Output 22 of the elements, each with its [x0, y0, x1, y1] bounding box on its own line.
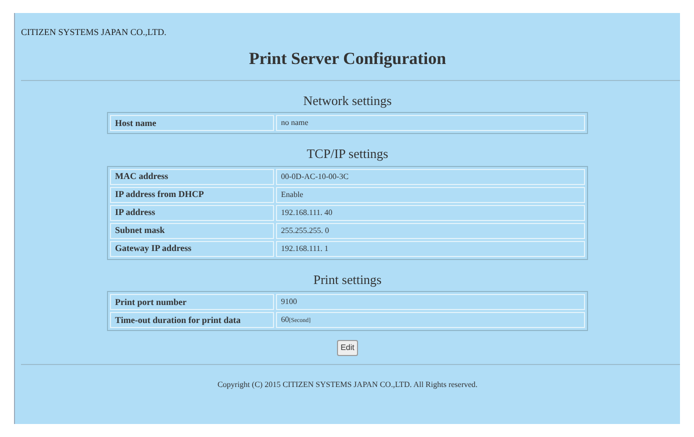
table-cell: Time-out duration for print data: [110, 312, 274, 328]
section-heading: Print settings: [313, 270, 382, 289]
table-cell: 9100: [276, 294, 585, 310]
section-heading: TCP/IP settings: [306, 145, 388, 163]
table-cell: no name: [276, 115, 585, 131]
page-title: Print Server Configuration: [248, 48, 446, 70]
table-cell: 192.168.111. 40: [276, 204, 585, 220]
table-cell: Gateway IP address: [110, 240, 274, 256]
copyright-text: Copyright (C) 2015 CITIZEN SYSTEMS JAPAN CO.,LTD. All Rights reserved.: [217, 379, 478, 391]
table-cell: 00-0D-AC-10-00-3C: [276, 168, 585, 184]
table-cell: IP address: [110, 204, 274, 220]
company-name: CITIZEN SYSTEMS JAPAN CO.,LTD.: [21, 27, 166, 37]
table-cell: MAC address: [110, 168, 274, 184]
table-cell: 255.255.255. 0: [276, 222, 585, 238]
table-cell: Host name: [110, 115, 274, 131]
edit-button[interactable]: Edit: [336, 340, 358, 356]
table-cell: IP address from DHCP: [110, 186, 274, 202]
table-cell: Subnet mask: [110, 222, 274, 238]
section-heading: Network settings: [303, 92, 392, 110]
table-cell: Print port number: [110, 294, 274, 310]
table-cell: 192.168.111. 1: [276, 240, 585, 256]
table-cell: Enable: [276, 186, 585, 202]
